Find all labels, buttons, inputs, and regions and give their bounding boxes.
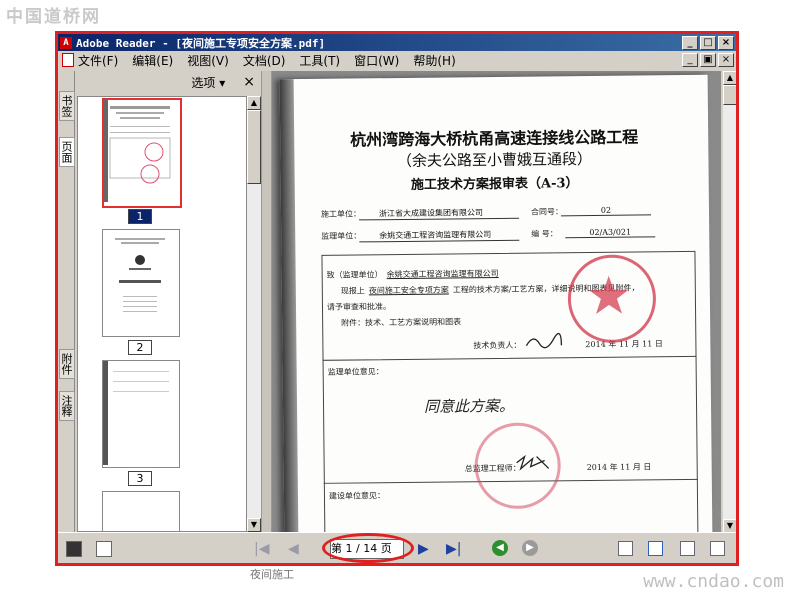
doc-form-title: 施工技术方案报审表（A-3） [410, 176, 579, 193]
application-section: 致（监理单位） 余姚交通工程咨询监理有限公司 现报上 夜间施工安全专项方案 工程的技术… [321, 250, 697, 361]
thumbnail-list[interactable]: 1 2 3 [77, 96, 247, 532]
menu-window[interactable]: 窗口(W) [354, 52, 399, 69]
panel-scrollbar[interactable]: ▲ ▼ [247, 96, 261, 532]
doc-title-sub: （余夫公路至小曹娥互通段） [396, 149, 593, 171]
review-line: 请予审查和批准。 [326, 302, 392, 312]
options-menu[interactable]: 选项 ▾ [191, 74, 225, 91]
reader-window: A Adobe Reader - [夜间施工专项安全方案.pdf] _ □ × … [55, 31, 739, 566]
minimize-button[interactable]: _ [682, 35, 698, 50]
watermark-bottom: www.cndao.com [643, 571, 784, 592]
menu-file[interactable]: 文件(F) [78, 52, 118, 69]
tab-pages[interactable]: 页面 [59, 137, 75, 167]
contractor-value-text: 浙江省大成建设集团有限公司 [378, 208, 484, 219]
watermark-top: 中国道桥网 [6, 7, 101, 27]
contractor-label: 施工单位： [320, 209, 362, 219]
supervisor-label: 监理单位： [321, 231, 362, 241]
tab-comments[interactable]: 注释 [59, 391, 75, 421]
contract-no-label: 合同号： [530, 207, 564, 217]
thumbnail-1-preview [104, 100, 171, 202]
owner-opinion-section: 建设单位意见： [323, 478, 699, 533]
page-thumbnail-4[interactable] [102, 491, 180, 531]
attachment-line: 附件：技术、工艺方案说明和图表 [341, 317, 462, 328]
title-bar: A Adobe Reader - [夜间施工专项安全方案.pdf] _ □ × [58, 34, 736, 51]
doc-restore-button[interactable]: ▣ [700, 53, 716, 67]
owner-label: 建设单位意见： [328, 491, 386, 501]
handwritten-approval: 同意此方案。 [423, 396, 515, 416]
page-icon[interactable] [96, 541, 112, 557]
maximize-button[interactable]: □ [700, 35, 716, 50]
menu-edit[interactable]: 编辑(E) [132, 52, 173, 69]
opinion-label: 监理单位意见： [327, 367, 384, 377]
thumbnail-label-1: 1 [128, 209, 152, 224]
page-thumbnail-3[interactable] [102, 360, 180, 468]
monitor-icon[interactable] [66, 541, 82, 557]
pages-panel: 选项 ▾ × 1 2 3 ▲ ▼ [75, 71, 261, 533]
thumbnail-label-3: 3 [128, 471, 152, 486]
to-line: 致（监理单位） 余姚交通工程咨询监理有限公司 [327, 268, 499, 281]
doc-close-button[interactable]: × [718, 53, 734, 67]
thumbnail-label-2: 2 [128, 340, 152, 355]
menu-bar: 文件(F) 编辑(E) 视图(V) 文档(D) 工具(T) 窗口(W) 帮助(H… [58, 51, 736, 69]
number-label: 编 号： [531, 229, 558, 239]
doc-scroll-thumb[interactable] [723, 85, 736, 105]
supervisor-opinion-section: 监理单位意见： 同意此方案。 总监理工程师： 2014 年 11 月 日 [322, 354, 698, 510]
contract-no-value: 02 [560, 205, 652, 217]
page-number-highlight [322, 533, 414, 563]
thumbnail-3-preview [103, 361, 169, 465]
page-thumbnail-2[interactable] [102, 229, 180, 337]
panel-scroll-down[interactable]: ▼ [247, 518, 261, 532]
thumbnail-2-preview [115, 238, 165, 312]
panel-scroll-up[interactable]: ▲ [247, 96, 261, 110]
document-view[interactable]: 杭州湾跨海大桥杭甬高速连接线公路工程 （余夫公路至小曹娥互通段） 施工技术方案报… [272, 71, 721, 533]
status-bar: |◀ ◀ 第 1 / 14 页 ▶ ▶| ◀ ▶ [58, 532, 736, 563]
continuous-layout-icon[interactable] [648, 541, 663, 556]
navigation-tabs: 书签 页面 附件 注释 [58, 71, 75, 533]
continuous-facing-layout-icon[interactable] [710, 541, 725, 556]
tab-bookmarks[interactable]: 书签 [59, 91, 75, 121]
window-title: Adobe Reader - [夜间施工专项安全方案.pdf] [76, 36, 326, 50]
submit-value: 夜间施工安全专项方案 [368, 285, 449, 296]
contractor-value: 浙江省大成建设集团有限公司 [358, 206, 520, 221]
pdf-app-icon[interactable]: A [60, 36, 72, 49]
doc-scroll-down[interactable]: ▼ [723, 519, 736, 533]
menu-help[interactable]: 帮助(H) [413, 52, 455, 69]
panel-close-button[interactable]: × [243, 74, 255, 90]
panel-header: 选项 ▾ × [75, 71, 261, 93]
tech-lead-line: 技术负责人： [473, 340, 522, 351]
document-scrollbar[interactable]: ▲ ▼ [723, 71, 736, 533]
document-icon[interactable] [62, 53, 74, 67]
seal-star-icon [588, 275, 629, 314]
number-value: 02/A3/021 [565, 227, 656, 239]
tech-lead-signature [525, 332, 563, 349]
document-page: 杭州湾跨海大桥杭甬高速连接线公路工程 （余夫公路至小曹娥互通段） 施工技术方案报… [279, 74, 713, 533]
panel-scroll-thumb[interactable] [247, 110, 261, 184]
back-view-icon[interactable]: ◀ [492, 540, 508, 556]
menu-tools[interactable]: 工具(T) [299, 52, 340, 69]
next-page-button[interactable]: ▶ [418, 541, 429, 557]
menu-document[interactable]: 文档(D) [243, 52, 286, 69]
page-thumbnail-1[interactable] [102, 98, 182, 208]
menu-view[interactable]: 视图(V) [187, 52, 229, 69]
last-page-button[interactable]: ▶| [446, 541, 461, 557]
tab-attachments[interactable]: 附件 [59, 349, 75, 379]
bottom-partial-text: 夜间施工 [250, 568, 294, 581]
facing-layout-icon[interactable] [680, 541, 695, 556]
previous-page-button[interactable]: ◀ [288, 541, 299, 557]
supervisor-value: 余姚交通工程咨询监理有限公司 [359, 228, 520, 243]
doc-scroll-up[interactable]: ▲ [723, 71, 736, 85]
contractor-seal [567, 254, 657, 344]
doc-minimize-button[interactable]: _ [682, 53, 698, 67]
single-page-layout-icon[interactable] [618, 541, 633, 556]
close-button[interactable]: × [718, 35, 734, 50]
submit-prefix: 现报上 [340, 286, 365, 296]
panel-splitter[interactable] [261, 71, 272, 533]
to-line-value: 余姚交通工程咨询监理有限公司 [386, 268, 499, 280]
forward-view-icon[interactable]: ▶ [522, 540, 538, 556]
first-page-button[interactable]: |◀ [254, 541, 269, 557]
date-line-2: 2014 年 11 月 日 [586, 462, 652, 473]
supervisor-value-text: 余姚交通工程咨询监理有限公司 [379, 230, 492, 241]
to-line-prefix: 致（监理单位） [326, 270, 383, 280]
